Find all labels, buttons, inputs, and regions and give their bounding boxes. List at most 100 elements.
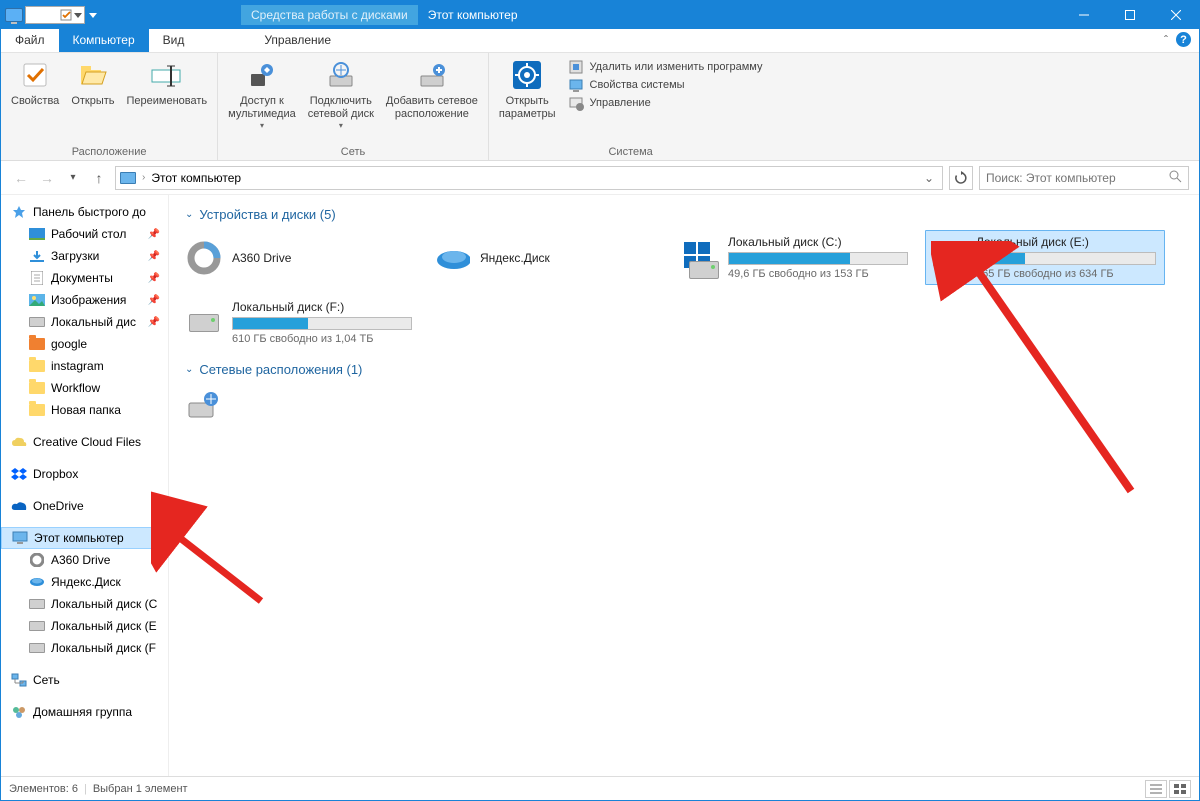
context-tab-disk-tools[interactable]: Средства работы с дисками [241,5,418,25]
tree-this-pc[interactable]: Этот компьютер [1,527,168,549]
address-dropdown[interactable]: ⌄ [920,171,938,185]
tree-local-disk-f[interactable]: Локальный диск (F [1,637,168,659]
help-icon[interactable]: ? [1176,32,1191,47]
uninstall-program-button[interactable]: Удалить или изменить программу [568,59,763,75]
open-button[interactable]: Открыть [65,55,120,112]
qat-dropdown[interactable] [25,6,85,24]
dropbox-icon [11,466,27,482]
drive-yandex[interactable]: Яндекс.Диск [429,230,669,285]
pin-icon: 📌 [148,273,164,284]
group-devices-drives[interactable]: ⌄ Устройства и диски (5) [185,207,1187,222]
forward-button[interactable]: → [37,168,57,188]
refresh-button[interactable] [949,166,973,190]
view-details-button[interactable] [1145,780,1167,798]
map-drive-button[interactable]: Подключить сетевой диск ▾ [302,55,380,134]
tab-computer[interactable]: Компьютер [59,29,149,52]
ribbon-group-system: Открыть параметры Удалить или изменить п… [489,53,773,160]
navigation-tree[interactable]: Панель быстрого до Рабочий стол📌 Загрузк… [1,195,169,776]
downloads-icon [29,248,45,264]
tree-homegroup[interactable]: Домашняя группа [1,701,168,723]
folder-icon [29,380,45,396]
open-settings-button[interactable]: Открыть параметры [493,55,562,125]
tree-local-disk-short[interactable]: Локальный дис📌 [1,311,168,333]
folder-icon [29,402,45,418]
tree-new-folder[interactable]: Новая папка [1,399,168,421]
body: Панель быстрого до Рабочий стол📌 Загрузк… [1,195,1199,776]
navigation-bar: ← → ▾ ↑ › Этот компьютер ⌄ [1,161,1199,195]
tab-file[interactable]: Файл [1,29,59,52]
breadcrumb-this-pc[interactable]: Этот компьютер [151,171,241,185]
tree-google[interactable]: google [1,333,168,355]
yandex-disk-icon [434,240,470,276]
pin-icon: 📌 [148,295,164,306]
folder-icon [29,358,45,374]
tree-local-disk-e[interactable]: Локальный диск (E [1,615,168,637]
add-network-location-button[interactable]: Добавить сетевое расположение [380,55,484,125]
status-bar: Элементов: 6 | Выбран 1 элемент [1,776,1199,800]
view-tiles-button[interactable] [1169,780,1191,798]
search-input[interactable] [986,171,1168,185]
drive-icon [29,314,45,330]
tree-creative-cloud[interactable]: Creative Cloud Files [1,431,168,453]
pin-icon: 📌 [148,229,164,240]
chevron-down-icon: ⌄ [185,364,193,375]
tree-instagram[interactable]: instagram [1,355,168,377]
system-properties-button[interactable]: Свойства системы [568,77,763,93]
star-icon [11,204,27,220]
minimize-button[interactable] [1061,1,1107,29]
ribbon-collapse-icon[interactable]: ˆ [1164,33,1168,47]
tree-workflow[interactable]: Workflow [1,377,168,399]
rename-button[interactable]: Переименовать [121,55,214,112]
creative-cloud-icon [11,434,27,450]
folder-icon [29,336,45,352]
search-icon[interactable] [1168,169,1182,186]
usage-bar-fill [233,318,308,329]
drive-icon [29,618,45,634]
up-button[interactable]: ↑ [89,168,109,188]
status-selected-count: Выбран 1 элемент [93,783,188,795]
search-box[interactable] [979,166,1189,190]
tree-pictures[interactable]: Изображения📌 [1,289,168,311]
pin-icon: 📌 [148,251,164,262]
maximize-button[interactable] [1107,1,1153,29]
tree-desktop[interactable]: Рабочий стол📌 [1,223,168,245]
ribbon-tabs: Файл Компьютер Вид Управление ˆ ? [1,29,1199,53]
ribbon-group-label: Расположение [5,144,213,160]
drive-local-f[interactable]: Локальный диск (F:) 610 ГБ свободно из 1… [181,295,421,350]
status-item-count: Элементов: 6 [9,783,78,795]
drive-icon [682,240,718,276]
media-access-button[interactable]: Доступ к мультимедиа ▾ [222,55,302,134]
tab-view[interactable]: Вид [149,29,199,52]
app-icon[interactable] [5,8,23,22]
properties-button[interactable]: Свойства [5,55,65,112]
ribbon-group-label: Сеть [222,144,484,160]
drive-icon [29,640,45,656]
drive-icon [29,596,45,612]
manage-button[interactable]: Управление [568,95,763,111]
drive-local-c[interactable]: Локальный диск (C:) 49,6 ГБ свободно из … [677,230,917,285]
ribbon-group-location: Свойства Открыть Переименовать Расположе… [1,53,218,160]
address-bar[interactable]: › Этот компьютер ⌄ [115,166,943,190]
drive-a360[interactable]: A360 Drive [181,230,421,285]
group-network-locations[interactable]: ⌄ Сетевые расположения (1) [185,362,1187,377]
recent-locations-button[interactable]: ▾ [63,168,83,188]
tree-onedrive[interactable]: OneDrive [1,495,168,517]
tree-downloads[interactable]: Загрузки📌 [1,245,168,267]
tree-quick-access[interactable]: Панель быстрого до [1,201,168,223]
tree-dropbox[interactable]: Dropbox [1,463,168,485]
back-button[interactable]: ← [11,168,31,188]
tree-local-disk-c[interactable]: Локальный диск (C [1,593,168,615]
content-pane[interactable]: ⌄ Устройства и диски (5) A360 Drive Янде… [169,195,1199,776]
chevron-right-icon[interactable]: › [142,172,145,183]
tab-manage[interactable]: Управление [250,29,345,52]
tree-yandex[interactable]: Яндекс.Диск [1,571,168,593]
network-location-item[interactable] [181,385,1187,429]
close-button[interactable] [1153,1,1199,29]
drive-local-e[interactable]: Локальный диск (E:) 465 ГБ свободно из 6… [925,230,1165,285]
tree-documents[interactable]: Документы📌 [1,267,168,289]
qat-customize[interactable] [89,13,97,18]
tree-a360[interactable]: A360 Drive [1,549,168,571]
pin-icon: 📌 [148,317,164,328]
usage-bar-fill [729,253,850,264]
tree-network[interactable]: Сеть [1,669,168,691]
